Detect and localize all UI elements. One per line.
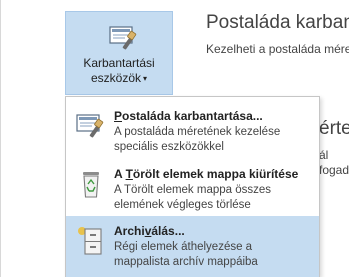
menu-item-description: Régi elemek áthelyezése a mappalista arc… (114, 241, 258, 268)
pane-title: Postaláda karban (206, 12, 349, 33)
menu-item-mailbox-cleanup[interactable]: Postaláda karbantartása... A postaláda m… (66, 101, 319, 157)
recycle-bin-icon (74, 169, 108, 199)
cleanup-tools-button[interactable]: Karbantartási eszközök ▾ (65, 11, 173, 95)
cleanup-tools-label-line1: Karbantartási (83, 56, 155, 70)
pane-description: Kezelheti a postaláda méret (206, 42, 349, 56)
menu-item-title: A Törölt elemek mappa kiürítése (114, 167, 299, 181)
pane-section-desc-line2: fogad (319, 163, 349, 177)
cleanup-tools-label-line2: eszközök (90, 71, 141, 85)
menu-item-title: Archiválás... (114, 224, 185, 238)
archive-cabinet-icon (74, 226, 108, 256)
pane-section-desc-line1: ál (319, 148, 329, 162)
cleanup-tools-menu: Postaláda karbantartása... A postaláda m… (65, 96, 320, 277)
mailbox-cleanup-icon (74, 111, 108, 141)
chevron-down-icon: ▾ (143, 74, 148, 84)
pane-section-description: ál fogad (319, 148, 349, 178)
menu-item-archive[interactable]: Archiválás... Régi elemek áthelyezése a … (66, 216, 319, 277)
menu-item-title: Postaláda karbantartása... (114, 109, 263, 123)
backstage-page: Karbantartási eszközök ▾ Postaláda karban… (0, 0, 349, 277)
pane-section-title: érte (319, 118, 349, 139)
menu-item-description: A postaláda méretének kezelése speciális… (114, 126, 281, 153)
menu-item-empty-deleted-items[interactable]: A Törölt elemek mappa kiürítése A Törölt… (66, 159, 319, 215)
menu-item-description: A Törölt elemek mappa összes elemének vé… (114, 184, 272, 211)
mailbox-tools-icon (108, 24, 138, 52)
